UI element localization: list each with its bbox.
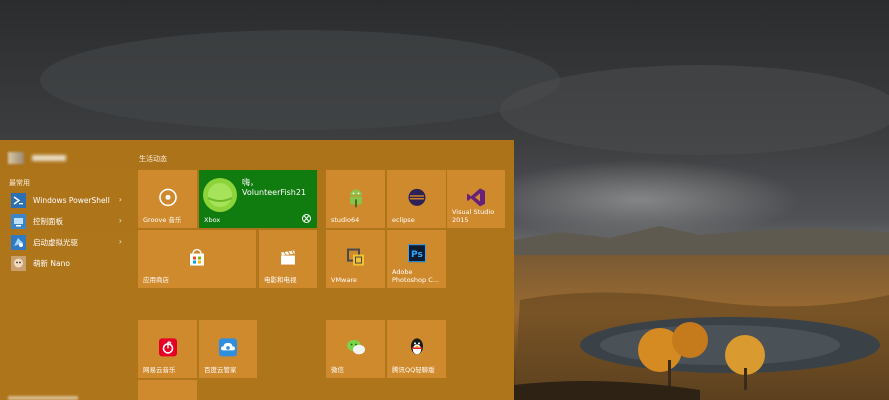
wechat-icon	[346, 339, 366, 357]
start-menu: 最常用 Windows PowerShell › 控制面板 › 启动虚拟光驱 ›	[0, 140, 514, 400]
groove-music-icon	[158, 187, 178, 207]
tile-store[interactable]: 应用商店	[138, 230, 256, 288]
visual-studio-icon	[466, 187, 486, 207]
tile-label: Visual Studio 2015	[452, 208, 495, 224]
tile-studio64[interactable]: studio64	[326, 170, 385, 228]
tile-label: eclipse	[392, 216, 415, 224]
vmware-icon	[346, 248, 365, 267]
tile-label: 微信	[331, 366, 344, 374]
film-clapper-icon	[279, 249, 297, 267]
live-tiles-heading: 生活动态	[139, 155, 167, 163]
user-account[interactable]	[8, 152, 66, 164]
tile-label: 腾讯QQ轻聊版	[392, 366, 435, 374]
tile-qq[interactable]: 腾讯QQ轻聊版	[387, 320, 446, 378]
xbox-greeting: 嗨， VolunteerFish21	[242, 178, 306, 198]
tile-label: Adobe Photoshop C...	[392, 268, 439, 284]
baidu-cloud-icon	[218, 337, 238, 357]
tile-wechat[interactable]: 微信	[326, 320, 385, 378]
eclipse-icon	[407, 187, 427, 207]
app-item-powershell[interactable]: Windows PowerShell ›	[0, 190, 132, 211]
xbox-gamertag: VolunteerFish21	[242, 188, 307, 197]
powershell-icon	[10, 193, 26, 209]
app-item-virtual-drive[interactable]: 启动虚拟光驱 ›	[0, 232, 132, 253]
tile-movies-tv[interactable]: 电影和电视	[259, 230, 317, 288]
tile-label: Xbox	[204, 216, 221, 224]
tile-photoshop[interactable]: Ps Adobe Photoshop C...	[387, 230, 446, 288]
app-label: 控制面板	[33, 217, 63, 226]
app-item-control-panel[interactable]: 控制面板 ›	[0, 211, 132, 232]
netease-music-icon	[158, 337, 178, 357]
app-label: Windows PowerShell	[33, 196, 110, 205]
tile-groove-music[interactable]: Groove 音乐	[138, 170, 197, 228]
all-apps-entry-blurred[interactable]	[8, 396, 78, 400]
virtual-drive-icon	[10, 235, 26, 251]
android-studio-icon	[347, 187, 365, 208]
chevron-right-icon[interactable]: ›	[119, 216, 122, 225]
xbox-avatar-icon	[203, 178, 237, 216]
tile-vmware[interactable]: VMware	[326, 230, 385, 288]
tile-xbox[interactable]: 嗨， VolunteerFish21 Xbox	[199, 170, 317, 228]
app-label: 启动虚拟光驱	[33, 238, 78, 247]
qq-penguin-icon	[408, 337, 426, 357]
svg-text:Ps: Ps	[411, 250, 423, 260]
tile-partial[interactable]	[138, 380, 197, 400]
tile-label: VMware	[331, 276, 357, 284]
nano-icon	[10, 256, 26, 272]
chevron-right-icon[interactable]: ›	[119, 195, 122, 204]
most-used-list: Windows PowerShell › 控制面板 › 启动虚拟光驱 › 萌新 …	[0, 190, 132, 274]
tile-label: 百度云管家	[204, 366, 237, 374]
tile-label: 网易云音乐	[143, 366, 176, 374]
xbox-logo-icon	[302, 214, 311, 223]
tile-label: 应用商店	[143, 276, 169, 284]
tile-eclipse[interactable]: eclipse	[387, 170, 446, 228]
tile-netease-music[interactable]: 网易云音乐	[138, 320, 197, 378]
avatar	[8, 152, 24, 164]
most-used-heading: 最常用	[9, 179, 30, 187]
chevron-right-icon[interactable]: ›	[119, 237, 122, 246]
tile-visual-studio[interactable]: Visual Studio 2015	[447, 170, 505, 228]
xbox-greeting-line1: 嗨，	[242, 178, 258, 187]
tile-baidu-cloud[interactable]: 百度云管家	[199, 320, 257, 378]
tile-label: Groove 音乐	[143, 216, 182, 224]
tile-label: 电影和电视	[264, 276, 297, 284]
user-name-blurred	[32, 155, 66, 161]
app-item-nano[interactable]: 萌新 Nano	[0, 253, 132, 274]
store-bag-icon	[188, 248, 206, 267]
tile-label: studio64	[331, 216, 360, 224]
photoshop-icon: Ps	[407, 244, 426, 263]
app-label: 萌新 Nano	[33, 259, 70, 268]
control-panel-icon	[10, 214, 26, 230]
